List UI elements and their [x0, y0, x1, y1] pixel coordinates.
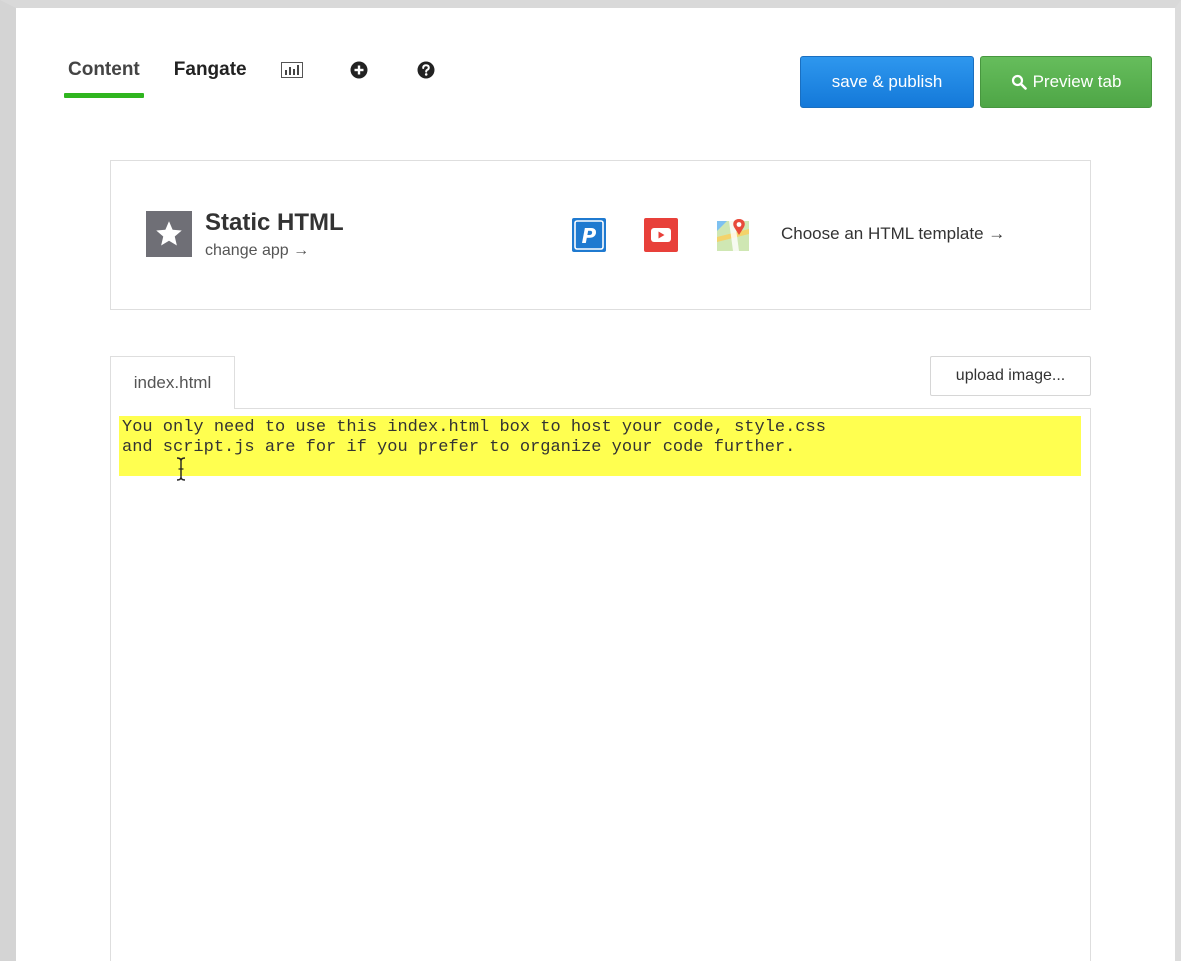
- code-editor[interactable]: You only need to use this index.html box…: [110, 408, 1091, 961]
- search-icon: [1011, 74, 1027, 90]
- help-circle-icon[interactable]: [415, 50, 437, 90]
- app-window: Content Fangate save & publish Preview t…: [0, 0, 1181, 961]
- paypal-icon[interactable]: P: [571, 217, 607, 253]
- tab-fangate[interactable]: Fangate: [174, 50, 247, 90]
- tab-index-html[interactable]: index.html: [110, 356, 235, 409]
- top-nav: Content Fangate: [64, 50, 482, 98]
- code-line: and script.js are for if you prefer to o…: [122, 438, 796, 457]
- save-publish-label: save & publish: [831, 72, 943, 91]
- code-content[interactable]: You only need to use this index.html box…: [122, 418, 826, 458]
- youtube-icon[interactable]: [643, 217, 679, 253]
- code-line: You only need to use this index.html box…: [122, 418, 826, 437]
- preview-tab-button[interactable]: Preview tab: [980, 56, 1152, 108]
- google-maps-icon[interactable]: [715, 217, 751, 253]
- save-publish-button[interactable]: save & publish: [800, 56, 974, 108]
- tab-content[interactable]: Content: [64, 50, 144, 98]
- choose-template-link[interactable]: Choose an HTML template →: [781, 224, 1005, 244]
- stats-icon[interactable]: [280, 50, 303, 90]
- change-app-link[interactable]: change app →: [205, 242, 309, 260]
- star-icon: [146, 211, 192, 257]
- app-title: Static HTML: [205, 209, 344, 236]
- add-circle-icon[interactable]: [348, 50, 370, 90]
- file-tab-label: index.html: [133, 373, 212, 392]
- svg-text:P: P: [582, 224, 597, 248]
- upload-image-label: upload image...: [955, 367, 1066, 384]
- text-cursor-icon: [176, 457, 186, 486]
- app-panel: Static HTML change app → P Choose an HTM…: [110, 160, 1091, 310]
- upload-image-button[interactable]: upload image...: [930, 356, 1091, 396]
- preview-tab-label: Preview tab: [1032, 72, 1122, 91]
